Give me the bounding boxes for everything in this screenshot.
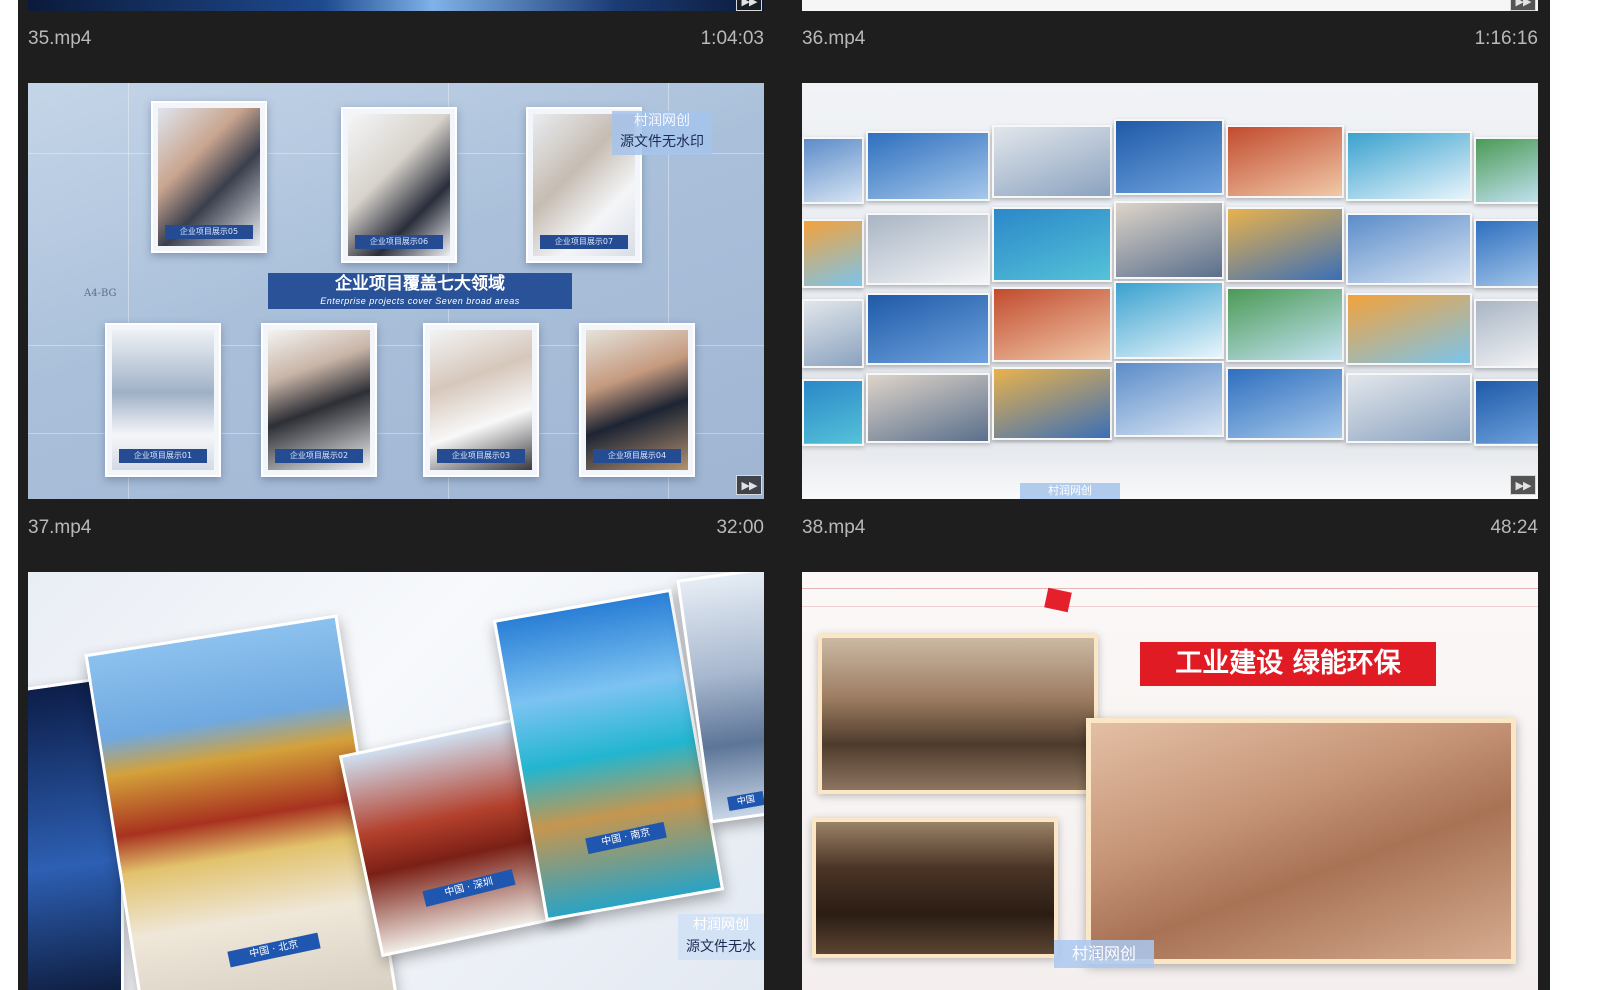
file-name: 38.mp4: [802, 517, 866, 538]
video-wall-tile: [1226, 287, 1344, 362]
play-frames-icon[interactable]: ▶▶: [736, 0, 762, 11]
watermark-line1: 村润网创: [693, 917, 749, 933]
photo-meeting-hall: [812, 818, 1058, 958]
project-tag: 企业项目展示06: [355, 235, 443, 249]
file-name: 35.mp4: [28, 28, 92, 49]
photo-relief: [1086, 718, 1516, 964]
duration: 1:04:03: [700, 28, 764, 49]
project-photo-card: 企业项目展示03: [423, 323, 539, 477]
video-wall-tile: [992, 287, 1112, 362]
media-browser-panel: ▶▶ 35.mp4 1:04:03 ▶▶ 36.mp4 1:16:16 A4-B…: [18, 0, 1550, 990]
watermark: 村润网创: [1054, 940, 1154, 968]
video-wall-tile: [1346, 131, 1472, 201]
video-wall-tile: [1346, 373, 1472, 443]
watermark: 村润网创 源文件无水: [678, 914, 764, 960]
video-wall-tile: [802, 137, 864, 204]
project-tag: 企业项目展示07: [540, 235, 628, 249]
video-wall-tile: [802, 219, 864, 288]
timeline-line: [802, 588, 1538, 589]
thumbnail-40[interactable]: 工业建设 绿能环保 村润网创: [802, 572, 1538, 990]
watermark-line2: 源文件无水印: [620, 134, 704, 150]
watermark: 村润网创: [1020, 483, 1120, 499]
watermark-line2: 源文件无水: [686, 939, 756, 955]
media-card-35[interactable]: ▶▶ 35.mp4 1:04:03: [28, 0, 764, 70]
video-wall-tile: [1114, 281, 1224, 359]
video-wall-tile: [1226, 207, 1344, 282]
headline-banner: 企业项目覆盖七大领域 Enterprise projects cover Sev…: [268, 273, 572, 309]
video-wall-tile: [866, 213, 990, 285]
file-name: 36.mp4: [802, 28, 866, 49]
thumbnail-35[interactable]: [28, 0, 764, 11]
duration: 1:16:16: [1474, 28, 1538, 49]
video-wall-tile: [1114, 201, 1224, 279]
thumbnail-37[interactable]: A4-BG 企业项目展示05 企业项目展示06 企业项目展示07 村润网创 源文…: [28, 83, 764, 499]
duration: 32:00: [716, 517, 764, 538]
watermark: 村润网创 源文件无水印: [612, 111, 712, 155]
project-tag: 企业项目展示02: [275, 449, 363, 463]
media-card-36[interactable]: ▶▶ 36.mp4 1:16:16: [802, 0, 1538, 70]
project-photo-card: 企业项目展示04: [579, 323, 695, 477]
watermark-line1: 村润网创: [634, 113, 690, 129]
headline-banner: 工业建设 绿能环保: [1140, 642, 1436, 686]
timeline-line: [802, 606, 1538, 607]
video-wall-tile: [1474, 137, 1538, 204]
media-card-38[interactable]: 村润网创 ▶▶ 38.mp4 48:24: [802, 83, 1538, 543]
banner-title: 企业项目覆盖七大领域: [335, 274, 505, 294]
play-frames-icon[interactable]: ▶▶: [1510, 0, 1536, 11]
thumbnail-38[interactable]: 村润网创: [802, 83, 1538, 499]
floor-reflection: [802, 443, 1538, 499]
thumbnail-39[interactable]: 中国 · 北京 中国 · 深圳 中国 · 南京 中国 村润网创 源文件无水: [28, 572, 764, 990]
video-wall-tile: [1114, 361, 1224, 437]
thumbnail-36[interactable]: [802, 0, 1538, 11]
video-wall-tile: [866, 131, 990, 201]
project-tag: 企业项目展示05: [165, 225, 253, 239]
video-wall-tile: [1474, 379, 1538, 446]
video-wall-tile: [992, 207, 1112, 282]
photo-statues: [818, 634, 1098, 794]
project-photo-card: 企业项目展示05: [151, 101, 267, 253]
video-wall-tile: [1474, 299, 1538, 368]
video-wall-tile: [1346, 213, 1472, 285]
red-cube: [1044, 587, 1072, 613]
video-wall-tile: [1346, 293, 1472, 365]
project-photo-card: 企业项目展示02: [261, 323, 377, 477]
duration: 48:24: [1490, 517, 1538, 538]
video-wall-tile: [1474, 219, 1538, 288]
media-card-40[interactable]: 工业建设 绿能环保 村润网创: [802, 572, 1538, 990]
project-photo-card: 企业项目展示06: [341, 107, 457, 263]
project-tag: 企业项目展示03: [437, 449, 525, 463]
play-frames-icon[interactable]: ▶▶: [736, 475, 762, 495]
play-frames-icon[interactable]: ▶▶: [1510, 475, 1536, 495]
video-wall-tile: [1226, 367, 1344, 440]
video-wall-tile: [802, 299, 864, 368]
project-photo-card: 企业项目展示01: [105, 323, 221, 477]
media-card-37[interactable]: A4-BG 企业项目展示05 企业项目展示06 企业项目展示07 村润网创 源文…: [28, 83, 764, 543]
corner-label: A4-BG: [84, 288, 117, 299]
video-wall-tile: [866, 373, 990, 443]
video-wall-tile: [992, 125, 1112, 198]
file-name: 37.mp4: [28, 517, 92, 538]
video-wall-tile: [1114, 119, 1224, 195]
banner-subtitle: Enterprise projects cover Seven broad ar…: [320, 296, 520, 306]
video-wall-tile: [866, 293, 990, 365]
video-wall-tile: [992, 367, 1112, 440]
video-wall-tile: [802, 379, 864, 446]
media-card-39[interactable]: 中国 · 北京 中国 · 深圳 中国 · 南京 中国 村润网创 源文件无水: [28, 572, 764, 990]
video-wall-tile: [1226, 125, 1344, 198]
project-tag: 企业项目展示01: [119, 449, 207, 463]
project-tag: 企业项目展示04: [593, 449, 681, 463]
headline-text: 工业建设 绿能环保: [1175, 648, 1401, 679]
